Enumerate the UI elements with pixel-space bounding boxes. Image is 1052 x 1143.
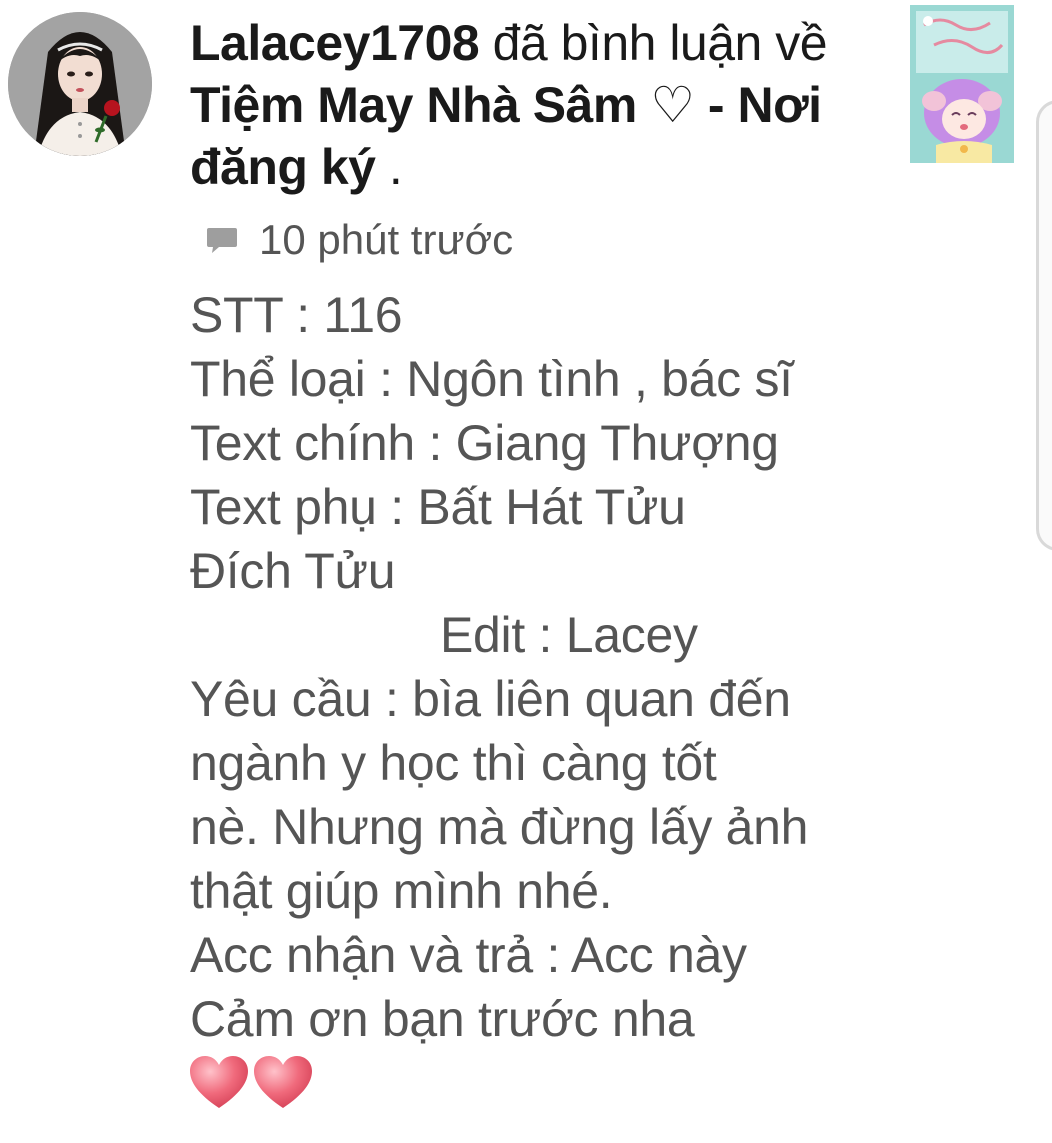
- notification-item[interactable]: Lalacey1708 đã bình luận về Tiệm May Nhà…: [0, 0, 1052, 1143]
- heart-icon: [254, 1056, 312, 1108]
- comment-line: STT : 116: [190, 287, 403, 343]
- comment-line: Text phụ : Bất Hát Tửu: [190, 479, 686, 535]
- comment-line: ngành y học thì càng tốt: [190, 735, 717, 791]
- comment-line: Yêu cầu : bìa liên quan đến: [190, 671, 791, 727]
- comment-line: Đích Tửu: [190, 543, 396, 599]
- comment-line: thật giúp mình nhé.: [190, 863, 613, 919]
- comment-text: STT : 116 Thể loại : Ngôn tình , bác sĩ …: [190, 283, 890, 1051]
- comment-line: Cảm ơn bạn trước nha: [190, 991, 695, 1047]
- comment-line: Text chính : Giang Thượng: [190, 415, 779, 471]
- story-cover-thumbnail[interactable]: [910, 5, 1014, 163]
- edge-panel-handle[interactable]: [1036, 100, 1052, 551]
- notification-headline: Lalacey1708 đã bình luận về Tiệm May Nhà…: [190, 12, 880, 198]
- username-link[interactable]: Lalacey1708: [190, 15, 480, 71]
- comment-line: Thể loại : Ngôn tình , bác sĩ: [190, 351, 793, 407]
- timestamp: 10 phút trước: [259, 216, 514, 263]
- trailing-text: .: [388, 139, 403, 195]
- comment-line: Acc nhận và trả : Acc này: [190, 927, 747, 983]
- avatar-image: [8, 12, 152, 156]
- action-text: đã bình luận về: [492, 15, 828, 71]
- notification-meta: 10 phút trước: [205, 214, 513, 266]
- comment-line: Edit : Lacey: [440, 607, 698, 663]
- heart-emojis: [188, 1054, 316, 1110]
- comment-line: nè. Nhưng mà đừng lấy ảnh: [190, 799, 809, 855]
- comment-bubble-icon: [207, 228, 237, 253]
- heart-icon: [190, 1056, 248, 1108]
- story-cover-image: [910, 5, 1014, 163]
- user-avatar[interactable]: [8, 12, 152, 156]
- story-title-link[interactable]: Tiệm May Nhà Sâm ♡ - Nơi đăng ký: [190, 77, 822, 195]
